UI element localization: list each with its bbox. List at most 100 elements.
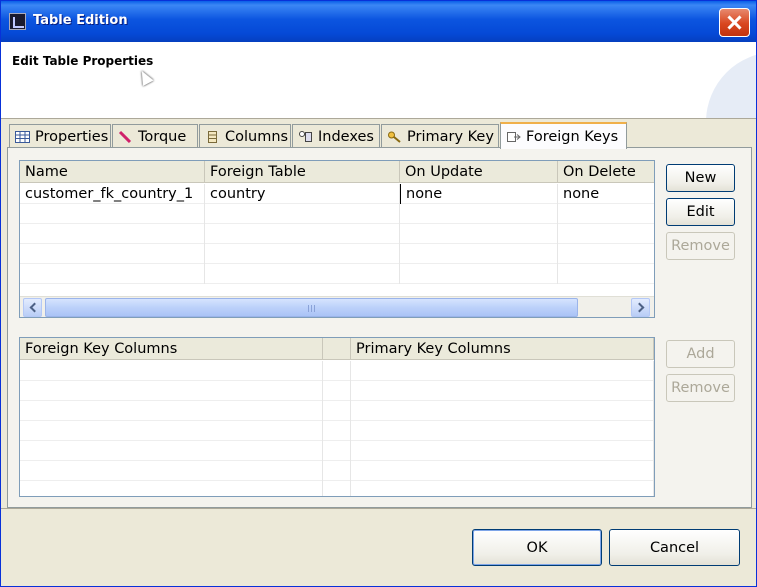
empty-cell xyxy=(323,461,351,481)
edit-button[interactable]: Edit xyxy=(666,198,735,226)
table-row[interactable] xyxy=(20,381,654,401)
table-icon xyxy=(15,130,30,144)
table-row[interactable] xyxy=(20,441,654,461)
table-header: Foreign Key Columns Primary Key Columns xyxy=(20,338,654,360)
table-row[interactable] xyxy=(20,204,654,224)
empty-cell xyxy=(351,421,654,441)
tab-label: Columns xyxy=(225,128,289,145)
empty-cell xyxy=(20,264,205,284)
empty-cell xyxy=(558,244,654,264)
empty-cell xyxy=(205,244,400,264)
columns-icon xyxy=(205,130,220,144)
column-header-foreign-table[interactable]: Foreign Table xyxy=(205,161,400,183)
table-row[interactable] xyxy=(20,481,654,496)
empty-cell xyxy=(351,441,654,461)
empty-cell xyxy=(205,264,400,284)
cell-foreign-table[interactable]: country xyxy=(205,184,400,204)
tab-properties[interactable]: Properties xyxy=(9,124,111,148)
column-header-name[interactable]: Name xyxy=(20,161,205,183)
empty-cell xyxy=(558,264,654,284)
table-row[interactable] xyxy=(20,461,654,481)
empty-cell xyxy=(323,421,351,441)
tab-torque[interactable]: Torque xyxy=(112,124,198,148)
column-header-spacer[interactable] xyxy=(323,338,351,360)
column-header-foreign-key-columns[interactable]: Foreign Key Columns xyxy=(20,338,323,360)
cell-on-delete[interactable]: none xyxy=(558,184,654,204)
tab-indexes[interactable]: Indexes xyxy=(292,124,380,148)
table-row[interactable] xyxy=(20,264,654,284)
empty-cell xyxy=(20,204,205,224)
empty-cell xyxy=(400,264,558,284)
empty-cell xyxy=(20,421,323,441)
table-row[interactable] xyxy=(20,224,654,244)
tab-primary-key[interactable]: Primary Key xyxy=(381,124,499,148)
scroll-left-icon[interactable] xyxy=(23,298,42,317)
window-title: Table Edition xyxy=(33,13,128,28)
table-row[interactable] xyxy=(20,244,654,264)
horizontal-scrollbar[interactable] xyxy=(20,296,654,317)
table-header: Name Foreign Table On Update On Delete xyxy=(20,161,654,183)
empty-cell xyxy=(323,381,351,401)
empty-cell xyxy=(351,481,654,496)
foreign-key-icon xyxy=(506,130,521,144)
tab-columns[interactable]: Columns xyxy=(199,124,291,148)
empty-cell xyxy=(20,461,323,481)
ok-button[interactable]: OK xyxy=(472,529,602,566)
remove-fk-button[interactable]: Remove xyxy=(666,232,735,260)
pen-icon xyxy=(118,130,133,144)
dialog-header: Edit Table Properties xyxy=(1,42,756,119)
empty-cell xyxy=(400,204,558,224)
empty-cell xyxy=(20,244,205,264)
empty-cell xyxy=(351,361,654,381)
empty-cell xyxy=(20,441,323,461)
column-header-on-delete[interactable]: On Delete xyxy=(558,161,654,183)
table-row[interactable]: customer_fk_country_1 country none none xyxy=(20,184,654,204)
column-header-on-update[interactable]: On Update xyxy=(400,161,558,183)
mouse-cursor-icon xyxy=(136,68,154,86)
app-icon xyxy=(9,13,26,30)
key-columns-table[interactable]: Foreign Key Columns Primary Key Columns xyxy=(19,337,655,497)
remove-column-button[interactable]: Remove xyxy=(666,374,735,402)
column-header-primary-key-columns[interactable]: Primary Key Columns xyxy=(351,338,654,360)
empty-cell xyxy=(400,244,558,264)
header-title: Edit Table Properties xyxy=(12,54,154,68)
table-row[interactable] xyxy=(20,421,654,441)
empty-cell xyxy=(205,204,400,224)
empty-cell xyxy=(20,361,323,381)
empty-cell xyxy=(20,224,205,244)
table-row[interactable] xyxy=(20,361,654,381)
table-row[interactable] xyxy=(20,401,654,421)
scroll-right-icon[interactable] xyxy=(631,298,650,317)
empty-cell xyxy=(20,381,323,401)
footer-divider xyxy=(1,508,756,509)
indexes-icon xyxy=(298,130,313,144)
cell-name[interactable]: customer_fk_country_1 xyxy=(20,184,205,204)
tab-label: Primary Key xyxy=(407,128,494,145)
table-body xyxy=(20,361,654,496)
tab-label: Indexes xyxy=(318,128,374,145)
empty-cell xyxy=(323,481,351,496)
empty-cell xyxy=(20,401,323,421)
foreign-keys-table[interactable]: Name Foreign Table On Update On Delete c… xyxy=(19,160,655,318)
empty-cell xyxy=(351,401,654,421)
empty-cell xyxy=(558,224,654,244)
new-button[interactable]: New xyxy=(666,164,735,192)
tab-label: Properties xyxy=(35,128,109,145)
table-edition-dialog: Table Edition Edit Table Properties Prop… xyxy=(0,0,757,587)
tab-foreign-keys[interactable]: Foreign Keys xyxy=(500,122,627,149)
cancel-button[interactable]: Cancel xyxy=(609,529,740,566)
header-decoration xyxy=(706,52,756,118)
add-column-button[interactable]: Add xyxy=(666,340,735,368)
scrollbar-thumb[interactable] xyxy=(45,298,578,317)
empty-cell xyxy=(20,481,323,496)
key-icon xyxy=(387,130,402,144)
title-bar[interactable]: Table Edition xyxy=(1,1,756,42)
cell-on-update[interactable]: none xyxy=(400,184,558,204)
tab-label: Foreign Keys xyxy=(526,128,619,145)
empty-cell xyxy=(400,224,558,244)
empty-cell xyxy=(205,224,400,244)
empty-cell xyxy=(351,461,654,481)
empty-cell xyxy=(558,204,654,224)
close-icon[interactable] xyxy=(719,8,750,37)
empty-cell xyxy=(323,401,351,421)
